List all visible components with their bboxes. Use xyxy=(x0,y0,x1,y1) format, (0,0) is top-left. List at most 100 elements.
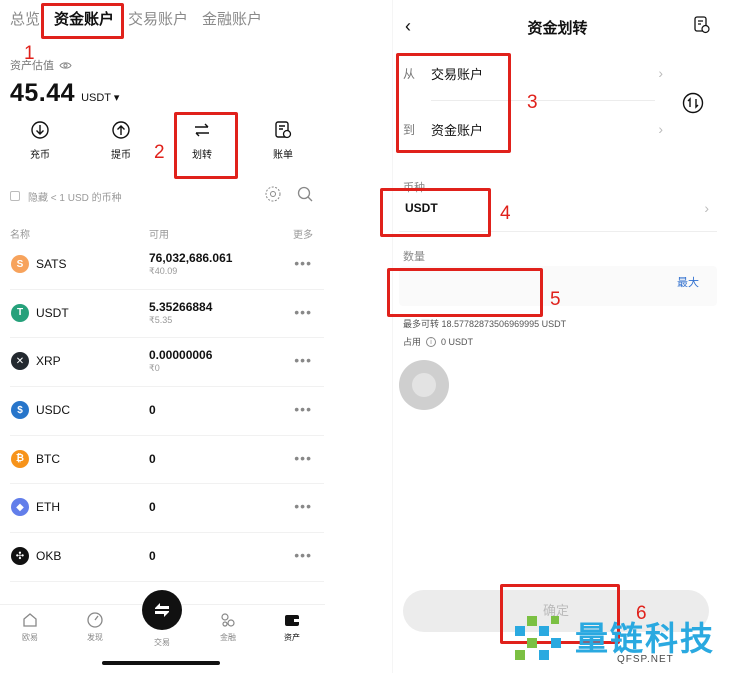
eth-coin-icon: ◆ xyxy=(11,498,29,517)
home-indicator xyxy=(102,661,220,665)
watermark-logo-icon xyxy=(515,616,561,660)
coin-row[interactable]: T USDT 5.35266884 ₹5.35 ••• xyxy=(10,290,324,339)
nav-discover[interactable]: 发现 xyxy=(75,611,115,643)
withdraw-button[interactable]: 提币 xyxy=(91,120,151,161)
btc-coin-icon: ₿ xyxy=(11,449,29,468)
coin-available-amount: 0 xyxy=(149,549,156,564)
xrp-coin-icon: ✕ xyxy=(11,352,29,371)
bill-label: 账单 xyxy=(273,150,293,161)
annotation-number-3: 3 xyxy=(527,92,538,113)
bill-icon xyxy=(275,121,292,139)
hide-small-label: 隐藏 < 1 USD 的币种 xyxy=(28,192,122,204)
bottom-nav: 欧易 发现 交易 金融 资产 xyxy=(0,590,325,673)
more-options-icon[interactable]: ••• xyxy=(294,547,312,563)
transfer-header: ‹ 资金划转 xyxy=(393,14,722,38)
trade-icon xyxy=(155,603,169,617)
occupied-row: 占用 i 0 USDT xyxy=(403,335,473,348)
occupied-value: 0 USDT xyxy=(441,336,474,347)
loading-spinner-inner xyxy=(412,373,436,397)
nav-discover-label: 发现 xyxy=(87,633,103,642)
coin-row[interactable]: ✣ OKB 0 ••• xyxy=(10,533,324,582)
eye-icon[interactable] xyxy=(59,61,72,70)
max-transferable-text: 最多可转 18.57782873506969995 USDT xyxy=(403,319,567,329)
nav-trade-label-wrap: 交易 xyxy=(142,637,182,648)
usdt-coin-icon: T xyxy=(11,303,29,322)
trade-button[interactable] xyxy=(142,590,182,630)
more-options-icon[interactable]: ••• xyxy=(294,401,312,417)
asset-value-number: 45.44 xyxy=(10,79,76,107)
annotation-number-5: 5 xyxy=(550,289,561,310)
col-more-header: 更多 xyxy=(293,230,313,241)
max-button[interactable]: 最大 xyxy=(677,274,699,290)
coin-symbol: USDT xyxy=(36,305,69,320)
annotation-number-1: 1 xyxy=(24,43,35,64)
coin-available-amount: 0 xyxy=(149,451,156,466)
withdraw-icon xyxy=(112,121,130,139)
coin-symbol: OKB xyxy=(36,549,62,564)
finance-icon xyxy=(221,613,235,627)
record-icon[interactable] xyxy=(694,16,710,34)
coin-table-header: 名称 可用 更多 xyxy=(10,226,313,241)
coin-row[interactable]: $ USDC 0 ••• xyxy=(10,387,324,436)
nav-trade-label: 交易 xyxy=(154,638,170,647)
deposit-label: 充币 xyxy=(30,150,50,161)
okb-coin-icon: ✣ xyxy=(11,547,29,566)
settings-icon[interactable] xyxy=(265,186,281,202)
nav-assets-label: 资产 xyxy=(284,633,300,642)
chevron-right-icon: › xyxy=(658,121,663,137)
coin-symbol: XRP xyxy=(36,354,61,369)
assets-icon xyxy=(285,615,299,626)
more-options-icon[interactable]: ••• xyxy=(294,498,312,514)
coin-symbol: USDC xyxy=(36,403,71,418)
coin-row[interactable]: ◆ ETH 0 ••• xyxy=(10,484,324,534)
nav-assets[interactable]: 资产 xyxy=(272,611,312,643)
asset-unit-select[interactable]: USDT ▾ xyxy=(81,91,119,104)
coin-symbol: BTC xyxy=(36,451,60,466)
coin-available-amount: 5.35266884 xyxy=(149,299,213,314)
hide-small-checkbox[interactable] xyxy=(10,191,20,201)
coin-available-amount: 0 xyxy=(149,403,156,418)
swap-accounts-icon[interactable] xyxy=(682,92,704,114)
coin-fiat-value: ₹5.35 xyxy=(149,314,173,325)
asset-value: 45.44 USDT ▾ xyxy=(10,79,119,108)
coin-available-amount: 0.00000006 xyxy=(149,348,213,363)
chevron-right-icon: › xyxy=(704,200,709,216)
coin-fiat-value: ₹40.09 xyxy=(149,266,178,276)
tab-overview[interactable]: 总览 xyxy=(10,8,40,29)
nav-finance[interactable]: 金融 xyxy=(208,611,248,643)
bill-button[interactable]: 账单 xyxy=(253,120,313,161)
col-available-header: 可用 xyxy=(149,230,169,241)
coin-available-amount: 0 xyxy=(149,500,156,515)
coin-fiat-value: ₹0 xyxy=(149,363,160,374)
coin-symbol: SATS xyxy=(36,257,67,271)
more-options-icon[interactable]: ••• xyxy=(294,304,312,320)
tab-trading-account[interactable]: 交易账户 xyxy=(128,8,188,29)
nav-home[interactable]: 欧易 xyxy=(10,611,50,643)
withdraw-label: 提币 xyxy=(111,150,131,161)
coin-row[interactable]: ₿ BTC 0 ••• xyxy=(10,436,324,485)
annotation-box-1 xyxy=(41,3,124,39)
more-options-icon[interactable]: ••• xyxy=(294,450,312,466)
tab-finance-account[interactable]: 金融账户 xyxy=(202,8,262,29)
info-icon[interactable]: i xyxy=(426,336,437,347)
watermark: 量链科技 QFSP.NET xyxy=(513,612,728,668)
watermark-site: QFSP.NET xyxy=(617,654,674,665)
asset-unit-text: USDT xyxy=(81,92,111,104)
coin-row[interactable]: S SATS 76,032,686.061 ₹40.09 ••• xyxy=(10,241,324,290)
hide-small-filter: 隐藏 < 1 USD 的币种 xyxy=(10,186,313,206)
loading-spinner xyxy=(399,360,449,410)
sats-coin-icon: S xyxy=(11,255,29,273)
search-icon[interactable] xyxy=(297,186,313,202)
deposit-button[interactable]: 充币 xyxy=(10,120,70,161)
filter-icons xyxy=(265,186,313,202)
chevron-right-icon: › xyxy=(658,65,663,81)
coin-symbol: ETH xyxy=(36,500,60,515)
annotation-box-2 xyxy=(174,112,238,179)
watermark-brand: 量链科技 xyxy=(575,619,715,658)
assets-screen: 总览 资金账户 交易账户 金融账户 资产估值 45.44 USDT ▾ 充币 提… xyxy=(0,0,325,673)
coin-row[interactable]: ✕ XRP 0.00000006 ₹0 ••• xyxy=(10,338,324,388)
more-options-icon[interactable]: ••• xyxy=(294,255,312,271)
coin-list: S SATS 76,032,686.061 ₹40.09 ••• T USDT 5.35266… xyxy=(0,241,325,582)
occupied-label: 占用 xyxy=(403,337,422,347)
more-options-icon[interactable]: ••• xyxy=(294,352,312,368)
